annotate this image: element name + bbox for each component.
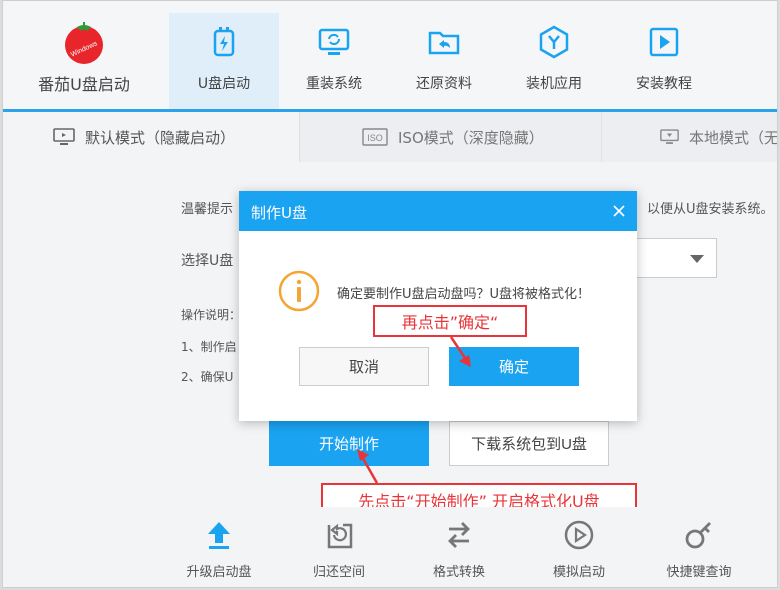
app-window: Windows 番茄U盘启动 U盘启动 重装系统 还原资料 装机应用 安装教程 … — [2, 0, 778, 588]
tool-restore-space[interactable]: 归还空间 — [279, 515, 399, 585]
mode-tabs: 默认模式（隐藏启动） ISO ISO模式（深度隐藏） 本地模式（无 — [3, 112, 778, 162]
mode-tab-label: 默认模式（隐藏启动） — [85, 128, 236, 147]
app-hexagon-icon — [539, 25, 569, 59]
mode-tab-label: ISO模式（深度隐藏） — [398, 128, 544, 147]
instruction-step-2: 2、确保U — [181, 370, 234, 384]
brand: Windows 番茄U盘启动 — [3, 1, 165, 109]
key-icon — [685, 522, 711, 549]
tool-label: 模拟启动 — [552, 565, 605, 580]
tool-format-convert[interactable]: 格式转换 — [399, 515, 519, 585]
nav-tab-usb-boot[interactable]: U盘启动 — [169, 13, 279, 109]
dialog-title: 制作U盘 — [251, 204, 307, 222]
cancel-button[interactable]: 取消 — [299, 347, 429, 386]
tip-text-suffix: 以便从U盘安装系统。 — [647, 202, 774, 217]
top-navigation: Windows 番茄U盘启动 U盘启动 重装系统 还原资料 装机应用 安装教程 — [3, 1, 777, 109]
info-warning-icon — [278, 270, 320, 312]
start-make-button[interactable]: 开始制作 — [269, 421, 429, 466]
mode-tab-label: 本地模式（无 — [688, 128, 778, 147]
tool-label: 格式转换 — [432, 565, 485, 580]
chevron-down-icon — [690, 255, 704, 263]
play-circle-icon — [564, 520, 594, 550]
instructions-label: 操作说明： — [181, 308, 242, 322]
nav-tab-label: 重装系统 — [306, 76, 362, 92]
folder-restore-icon — [428, 31, 460, 55]
instruction-step-1: 1、制作启 — [181, 340, 237, 354]
tool-upgrade-boot-disk[interactable]: 升级启动盘 — [159, 515, 279, 585]
nav-tab-install-apps[interactable]: 装机应用 — [499, 13, 609, 109]
dialog-message: 确定要制作U盘启动盘吗？U盘将被格式化！ — [337, 287, 591, 302]
local-monitor-icon — [660, 129, 679, 144]
nav-tab-label: 还原资料 — [416, 76, 472, 92]
annotation-arrow-start-icon — [357, 449, 379, 484]
svg-text:ISO: ISO — [367, 133, 383, 143]
tomato-logo-icon: Windows — [65, 22, 103, 64]
nav-tab-label: 装机应用 — [526, 76, 582, 92]
dialog-header: 制作U盘 — [239, 191, 637, 231]
restore-space-icon — [327, 523, 353, 549]
nav-tab-restore-data[interactable]: 还原资料 — [389, 13, 499, 109]
nav-tab-reinstall-system[interactable]: 重装系统 — [279, 13, 389, 109]
nav-tab-label: 安装教程 — [636, 76, 692, 92]
nav-tab-tutorial[interactable]: 安装教程 — [609, 13, 719, 109]
bottom-toolbar: 升级启动盘 归还空间 格式转换 模拟启动 快捷键查询 — [3, 507, 777, 587]
annotation-arrow-confirm-icon — [449, 336, 471, 367]
iso-icon: ISO — [362, 128, 388, 146]
upload-arrow-icon — [208, 522, 230, 549]
nav-tab-label: U盘启动 — [197, 76, 251, 92]
usb-drive-icon — [213, 27, 235, 57]
confirm-hint-annotation: 再点击”确定“ — [373, 305, 527, 337]
monitor-refresh-icon — [318, 28, 350, 55]
video-play-icon — [649, 27, 679, 57]
mode-tab-iso[interactable]: ISO ISO模式（深度隐藏） — [299, 112, 601, 162]
mode-tab-local[interactable]: 本地模式（无 — [601, 112, 778, 162]
brand-name: 番茄U盘启动 — [38, 75, 130, 94]
close-icon[interactable] — [611, 203, 627, 219]
select-usb-label: 选择U盘 — [181, 253, 234, 269]
tool-hotkey-query[interactable]: 快捷键查询 — [639, 515, 759, 585]
swap-arrows-icon — [448, 522, 470, 548]
monitor-icon — [53, 128, 75, 145]
tool-simulate-boot[interactable]: 模拟启动 — [519, 515, 639, 585]
mode-tab-default[interactable]: 默认模式（隐藏启动） — [3, 112, 299, 162]
download-system-button[interactable]: 下载系统包到U盘 — [449, 421, 609, 466]
tool-label: 归还空间 — [312, 565, 365, 580]
tool-label: 快捷键查询 — [666, 565, 732, 580]
tip-text-prefix: 温馨提示 — [181, 202, 234, 217]
tool-label: 升级启动盘 — [186, 565, 252, 580]
